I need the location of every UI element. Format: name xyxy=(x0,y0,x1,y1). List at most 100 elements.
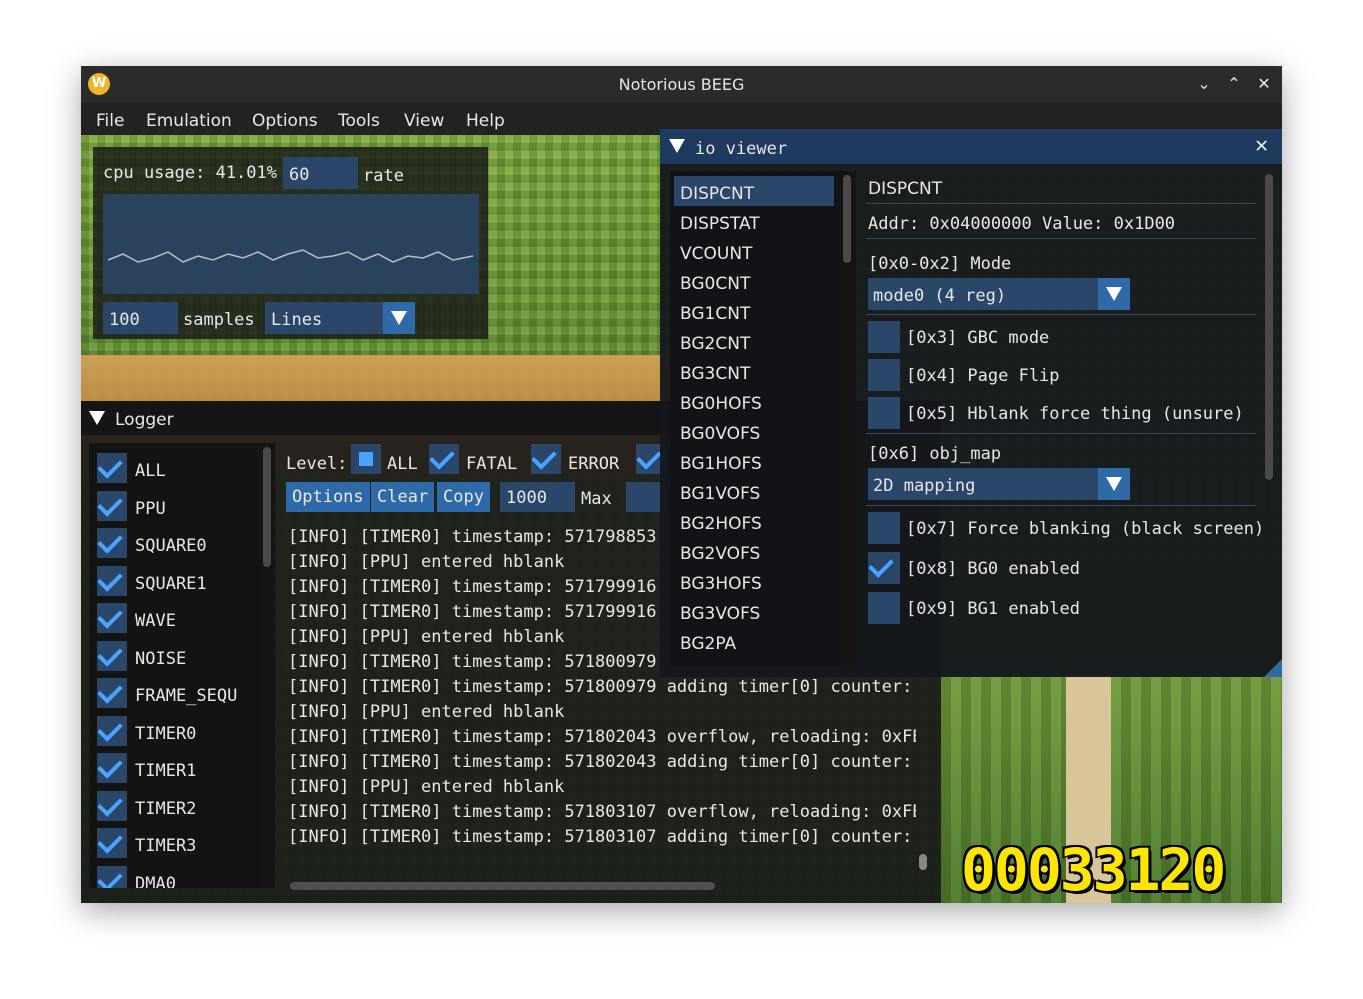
register-item[interactable]: BG2VOFS xyxy=(674,536,834,566)
menu-file[interactable]: File xyxy=(96,111,124,131)
register-scrollbar-thumb[interactable] xyxy=(843,175,851,263)
register-item[interactable]: BG0HOFS xyxy=(674,386,834,416)
collapse-icon[interactable] xyxy=(89,411,105,425)
filter-item[interactable]: ALL xyxy=(97,453,257,485)
filter-item[interactable]: TIMER0 xyxy=(97,715,257,748)
options-button[interactable]: Options xyxy=(286,482,370,512)
filter-checkbox[interactable] xyxy=(97,603,127,633)
filter-checkbox[interactable] xyxy=(97,828,127,858)
filter-item[interactable]: TIMER1 xyxy=(97,753,257,785)
samples-input[interactable]: 100 xyxy=(103,302,178,334)
bit-flag[interactable]: [0x3] GBC mode xyxy=(868,321,1253,353)
close-icon[interactable]: ✕ xyxy=(1252,72,1276,96)
level-fatal-checkbox[interactable] xyxy=(429,444,459,474)
register-item[interactable]: VCOUNT xyxy=(674,236,834,266)
filter-checkbox[interactable] xyxy=(97,528,127,558)
log-line: [INFO] [TIMER0] timestamp: 571800979 add… xyxy=(288,677,916,697)
register-item[interactable]: DISPCNT xyxy=(674,176,834,206)
check-icon xyxy=(97,603,123,629)
io-viewer-title-bar[interactable]: io viewer ✕ xyxy=(660,129,1282,164)
filter-checkbox[interactable] xyxy=(97,865,127,888)
register-label: BG1HOFS xyxy=(680,454,762,474)
filter-item[interactable]: WAVE xyxy=(97,603,257,635)
register-item[interactable]: BG2CNT xyxy=(674,326,834,356)
clear-button[interactable]: Clear xyxy=(371,482,435,512)
register-item[interactable]: BG0VOFS xyxy=(674,416,834,446)
log-horizontal-scrollbar-thumb[interactable] xyxy=(290,882,715,890)
filter-checkbox[interactable] xyxy=(97,490,127,521)
register-item[interactable]: BG3CNT xyxy=(674,356,834,386)
rate-input[interactable]: 60 xyxy=(283,157,358,189)
register-scrollbar[interactable] xyxy=(840,171,854,666)
plot-type-select[interactable]: Lines xyxy=(265,302,415,334)
filter-checkbox[interactable] xyxy=(97,565,127,596)
objmap-select[interactable]: 2D mapping xyxy=(868,468,1130,500)
bit-flag[interactable]: [0x7] Force blanking (black screen) xyxy=(868,512,1262,544)
bit-checkbox[interactable] xyxy=(868,592,900,624)
filter-item[interactable]: PPU xyxy=(97,490,257,523)
filter-item[interactable]: SQUARE1 xyxy=(97,565,257,598)
max-lines-input[interactable]: 1000 xyxy=(500,482,575,512)
filter-checkbox[interactable] xyxy=(97,753,127,783)
register-item[interactable]: BG3VOFS xyxy=(674,596,834,626)
detail-scrollbar-thumb[interactable] xyxy=(1265,174,1273,480)
bit-flag[interactable]: [0x9] BG1 enabled xyxy=(868,592,1253,624)
register-item[interactable]: BG2HOFS xyxy=(674,506,834,536)
filter-scrollbar[interactable] xyxy=(261,443,273,888)
filter-item[interactable]: TIMER2 xyxy=(97,790,257,823)
filter-checkbox[interactable] xyxy=(97,453,127,483)
plot-type-dropdown-button[interactable] xyxy=(383,302,415,334)
register-item[interactable]: BG2PA xyxy=(674,626,834,656)
register-item[interactable]: BG1VOFS xyxy=(674,476,834,506)
filter-checkbox[interactable] xyxy=(97,790,127,821)
level-error-checkbox[interactable] xyxy=(531,444,561,474)
bit-label: [0x7] Force blanking (black screen) xyxy=(906,519,1262,539)
filter-item[interactable]: SQUARE0 xyxy=(97,528,257,560)
copy-button[interactable]: Copy xyxy=(437,482,490,512)
register-item[interactable]: BG1HOFS xyxy=(674,446,834,476)
mode-select[interactable]: mode0 (4 reg) xyxy=(868,278,1130,310)
register-item[interactable]: BG3HOFS xyxy=(674,566,834,596)
log-vertical-scrollbar-thumb[interactable] xyxy=(919,854,927,870)
maximize-icon[interactable]: ⌃ xyxy=(1222,72,1246,96)
register-item[interactable]: BG0CNT xyxy=(674,266,834,296)
filter-item[interactable]: TIMER3 xyxy=(97,828,257,860)
bit-checkbox[interactable] xyxy=(868,512,900,544)
menu-emulation[interactable]: Emulation xyxy=(146,111,232,131)
bit-flag[interactable]: [0x5] Hblank force thing (unsure) xyxy=(868,397,1253,429)
bit-checkbox[interactable] xyxy=(868,359,900,391)
filter-scrollbar-thumb[interactable] xyxy=(263,447,271,567)
filter-checkbox[interactable] xyxy=(97,715,127,746)
bit-checkbox[interactable] xyxy=(868,321,900,353)
mode-value: mode0 (4 reg) xyxy=(873,286,1007,306)
close-icon[interactable]: ✕ xyxy=(1255,133,1268,158)
level-all-checkbox[interactable] xyxy=(351,444,381,474)
filter-item[interactable]: FRAME_SEQU xyxy=(97,678,257,710)
collapse-icon[interactable] xyxy=(669,139,685,153)
check-icon xyxy=(868,552,894,578)
bit-checkbox[interactable] xyxy=(868,552,900,584)
log-horizontal-scrollbar[interactable] xyxy=(286,880,916,892)
log-line: [INFO] [TIMER0] timestamp: 571803107 add… xyxy=(288,827,916,847)
objmap-dropdown-button[interactable] xyxy=(1098,468,1130,500)
bit-checkbox[interactable] xyxy=(868,397,900,429)
register-item[interactable]: DISPSTAT xyxy=(674,206,834,236)
mode-dropdown-button[interactable] xyxy=(1098,278,1130,310)
menu-view[interactable]: View xyxy=(404,111,444,131)
bit-flag[interactable]: [0x4] Page Flip xyxy=(868,359,1253,391)
register-item[interactable]: BG1CNT xyxy=(674,296,834,326)
register-addr-value: Addr: 0x04000000 Value: 0x1D00 xyxy=(868,214,1176,234)
menu-help[interactable]: Help xyxy=(466,111,505,131)
filter-checkbox[interactable] xyxy=(97,640,127,671)
register-label: BG0CNT xyxy=(680,274,751,294)
filter-checkbox[interactable] xyxy=(97,678,127,708)
bit-flag[interactable]: [0x8] BG0 enabled xyxy=(868,552,1253,584)
partial-check-icon xyxy=(359,452,373,466)
minimize-icon[interactable]: ⌄ xyxy=(1192,72,1216,96)
resize-grip-icon[interactable] xyxy=(1264,659,1282,677)
menu-options[interactable]: Options xyxy=(252,111,318,131)
menu-tools[interactable]: Tools xyxy=(338,111,380,131)
filter-item[interactable]: DMA0 xyxy=(97,865,257,888)
filter-item[interactable]: NOISE xyxy=(97,640,257,673)
detail-scrollbar[interactable] xyxy=(1263,174,1275,629)
